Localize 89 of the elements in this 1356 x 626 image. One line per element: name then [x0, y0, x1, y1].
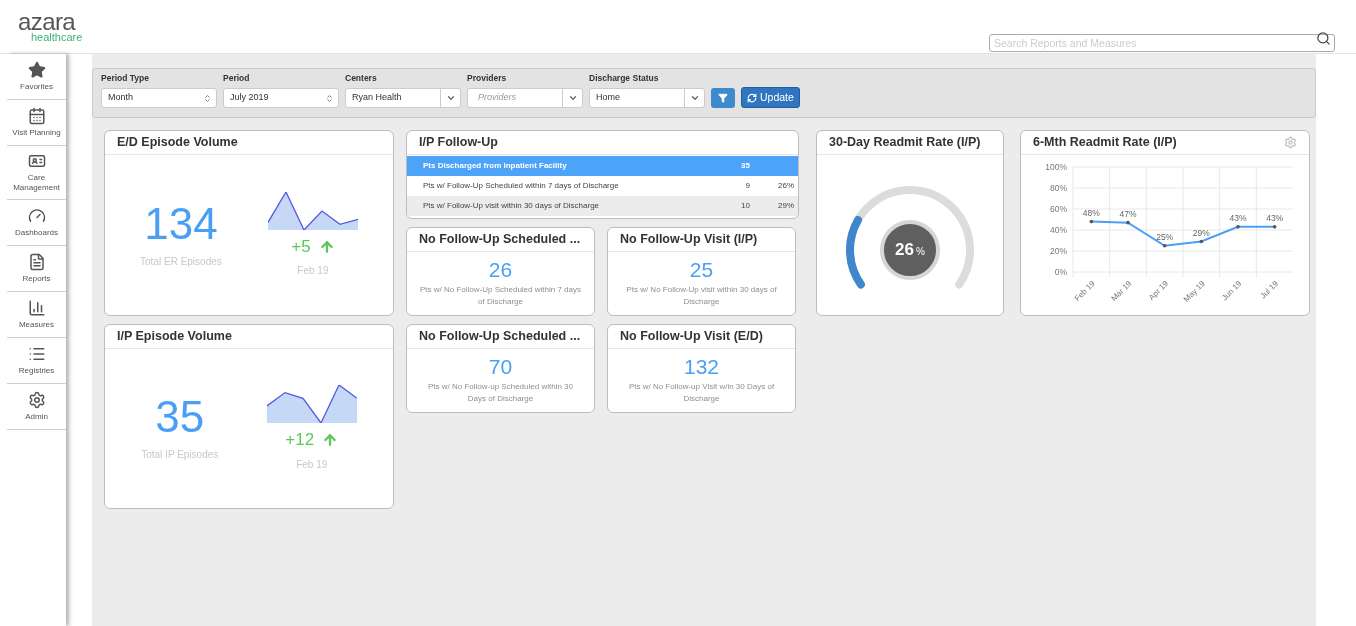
card-title: E/D Episode Volume — [117, 134, 238, 152]
x-tick-label: May 19 — [1181, 278, 1208, 304]
table-cell-text: 9 — [744, 180, 751, 192]
metric-value: 134 — [144, 201, 218, 246]
metric-caption: Pts w/ No Follow-Up Scheduled within 7 days of Discharge — [419, 284, 582, 308]
sidebar-item[interactable]: Registries — [7, 338, 66, 384]
x-tick-label: Mar 19 — [1109, 278, 1134, 304]
y-tick-label: 20% — [1049, 246, 1068, 256]
gauge-unit: % — [916, 245, 925, 259]
table-row[interactable]: Pts w/ Follow-Up visit within 30 days of Discharge 10 29% — [407, 196, 798, 216]
filter-button[interactable] — [711, 88, 735, 108]
card-title: I/P Follow-Up — [419, 134, 498, 152]
id-card-icon — [27, 152, 46, 170]
gear-icon — [27, 391, 46, 409]
dropdown[interactable]: Home — [589, 88, 705, 108]
star-icon — [27, 61, 46, 79]
updown-icon — [203, 93, 212, 103]
y-tick-label: 80% — [1049, 183, 1068, 193]
card-title: 6-Mth Readmit Rate (I/P) — [1033, 134, 1177, 152]
table-cell: 29% — [778, 201, 794, 210]
refresh-icon — [747, 92, 757, 103]
table-cell-text: Pts Discharged from Inpatient Facility — [422, 160, 568, 172]
card-title: No Follow-Up Visit (E/D) — [620, 328, 763, 346]
x-tick-label: Feb 19 — [1072, 278, 1098, 304]
card-title: No Follow-Up Scheduled ... — [419, 328, 581, 346]
sidebar-item[interactable]: Admin — [7, 384, 66, 430]
y-tick-label: 40% — [1049, 225, 1068, 235]
metric-caption: Pts w/ No Follow-Up visit within 30 days of Discharge — [625, 284, 778, 308]
bar-chart-icon — [27, 299, 46, 317]
x-tick-label: Apr 19 — [1147, 278, 1171, 303]
gauge-icon — [27, 207, 46, 225]
metric-value: 70 — [488, 356, 513, 377]
filter-label: Period Type — [101, 72, 151, 85]
text: 47% — [1119, 208, 1137, 219]
filter-icon — [718, 93, 728, 103]
calendar-icon — [27, 107, 46, 125]
y-tick-label: 60% — [1049, 204, 1068, 214]
metric-value: 132 — [683, 356, 719, 377]
sidebar-item[interactable]: Favorites — [7, 54, 66, 100]
metric-value: 26 — [488, 259, 513, 280]
logo-name: azara — [18, 10, 76, 34]
dropdown[interactable]: July 2019 — [223, 88, 339, 108]
change-value: +5 — [291, 235, 311, 258]
card-title: No Follow-Up Scheduled ... — [419, 231, 581, 249]
filter-label: Centers — [345, 72, 378, 85]
change-value: +12 — [285, 429, 315, 452]
filter-label: Discharge Status — [589, 72, 660, 85]
updown-icon — [325, 93, 334, 103]
text: 29% — [1192, 227, 1210, 238]
caret-icon — [689, 93, 700, 103]
x-tick-label: Jun 19 — [1220, 278, 1244, 303]
filter-label: Providers — [467, 72, 508, 85]
y-tick-label: 0% — [1054, 267, 1068, 277]
text: 43% — [1229, 212, 1247, 223]
table-cell-text: Pts w/ Follow-Up Scheduled within 7 days of Discharge — [422, 180, 620, 192]
table-cell-text: 35 — [740, 160, 751, 172]
metric-value: 35 — [155, 395, 205, 439]
sidebar-item[interactable]: Visit Planning — [7, 100, 66, 146]
table-cell-text: Pts w/ Follow-Up visit within 30 days of Discharge — [422, 200, 601, 212]
metric-caption: Pts w/ No Follow-up Visit w/in 30 Days of Discharge — [627, 381, 776, 405]
arrow-up-icon — [322, 432, 339, 448]
line-series — [1090, 220, 1276, 247]
update-button[interactable]: Update — [741, 87, 800, 108]
dropdown[interactable]: Month — [101, 88, 217, 108]
list-icon — [27, 345, 46, 363]
table-cell: 26% — [778, 181, 794, 190]
card-title: 30-Day Readmit Rate (I/P) — [829, 134, 981, 152]
card-title: No Follow-Up Visit (I/P) — [620, 231, 758, 249]
sidebar-item[interactable]: Care Management — [7, 146, 66, 200]
caret-icon — [567, 93, 578, 103]
search-icon[interactable] — [1316, 31, 1331, 46]
sidebar-item[interactable]: Reports — [7, 246, 66, 292]
metric-value: 25 — [689, 259, 714, 280]
caret-icon — [445, 93, 456, 103]
sidebar-item[interactable]: Measures — [7, 292, 66, 338]
dropdown[interactable]: Ryan Health — [345, 88, 461, 108]
y-tick-label: 100% — [1045, 162, 1068, 172]
sidebar-item[interactable]: Dashboards — [7, 200, 66, 246]
gauge-value: 26 — [895, 239, 914, 262]
text: 25% — [1156, 231, 1174, 242]
table-cell-text: 10 — [740, 200, 751, 212]
text: 43% — [1266, 212, 1284, 223]
text: 48% — [1082, 207, 1100, 218]
list-document-icon — [27, 253, 46, 271]
logo-tagline: healthcare — [30, 32, 83, 43]
x-tick-label: Jul 19 — [1258, 278, 1281, 301]
card-title: I/P Episode Volume — [117, 328, 232, 346]
filter-label: Period — [223, 72, 251, 85]
metric-caption: Pts w/ No Follow-up Scheduled within 30 Days of Discharge — [427, 381, 574, 405]
